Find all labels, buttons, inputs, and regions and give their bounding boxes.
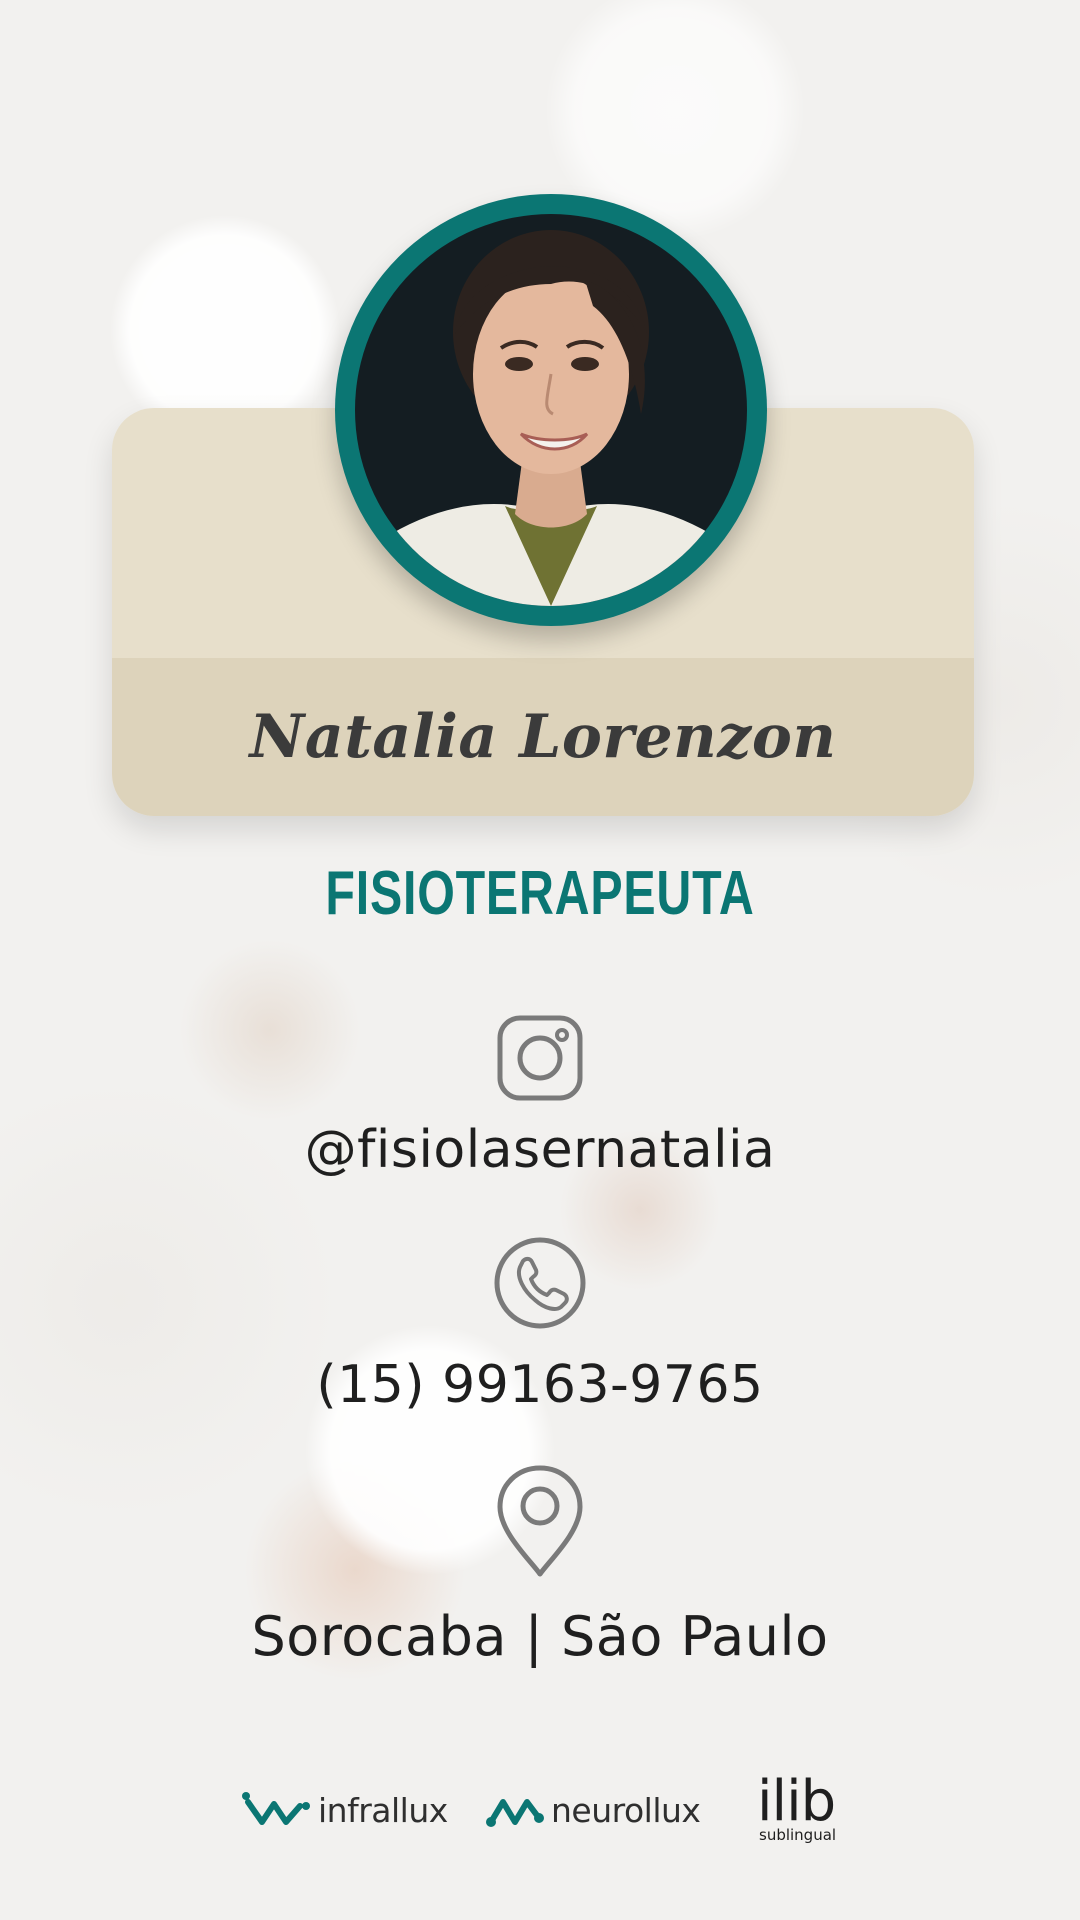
instagram-handle[interactable]: @fisiolasernatalia <box>0 1120 1080 1180</box>
infrallux-logo-text: infrallux <box>318 1790 448 1830</box>
ilib-logo-text: ilib <box>757 1769 836 1834</box>
ilib-logo-subtext: sublingual <box>759 1826 837 1844</box>
brand-logos: infrallux neurollux ilib sublingual <box>0 1769 1080 1847</box>
phone-icon[interactable] <box>490 1233 590 1333</box>
neurollux-logo: neurollux <box>485 1775 701 1845</box>
card-name-panel: Natalia Lorenzon <box>112 658 974 816</box>
phone-number[interactable]: (15) 99163-9765 <box>0 1355 1080 1415</box>
infrallux-logo: infrallux <box>242 1775 448 1845</box>
neurollux-wave-icon <box>486 1799 544 1827</box>
map-pin-icon <box>497 1465 583 1577</box>
profile-name: Natalia Lorenzon <box>249 702 837 772</box>
instagram-icon[interactable] <box>490 1008 590 1108</box>
avatar <box>335 194 767 626</box>
infrallux-wave-icon <box>242 1792 310 1825</box>
location-text: Sorocaba | São Paulo <box>251 1605 829 1668</box>
neurollux-logo-text: neurollux <box>551 1790 701 1830</box>
ilib-logo: ilib sublingual <box>757 1769 837 1847</box>
avatar-photo <box>355 214 747 606</box>
profession-title: FISIOTERAPEUTA <box>325 859 755 928</box>
